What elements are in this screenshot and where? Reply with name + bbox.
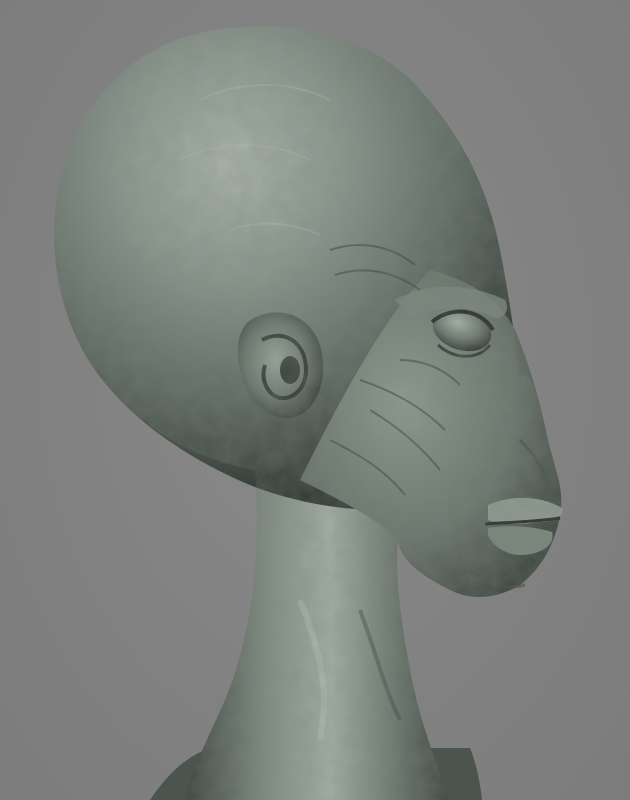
- alien-head-sculpt: [54, 26, 563, 800]
- viewport: [0, 0, 630, 800]
